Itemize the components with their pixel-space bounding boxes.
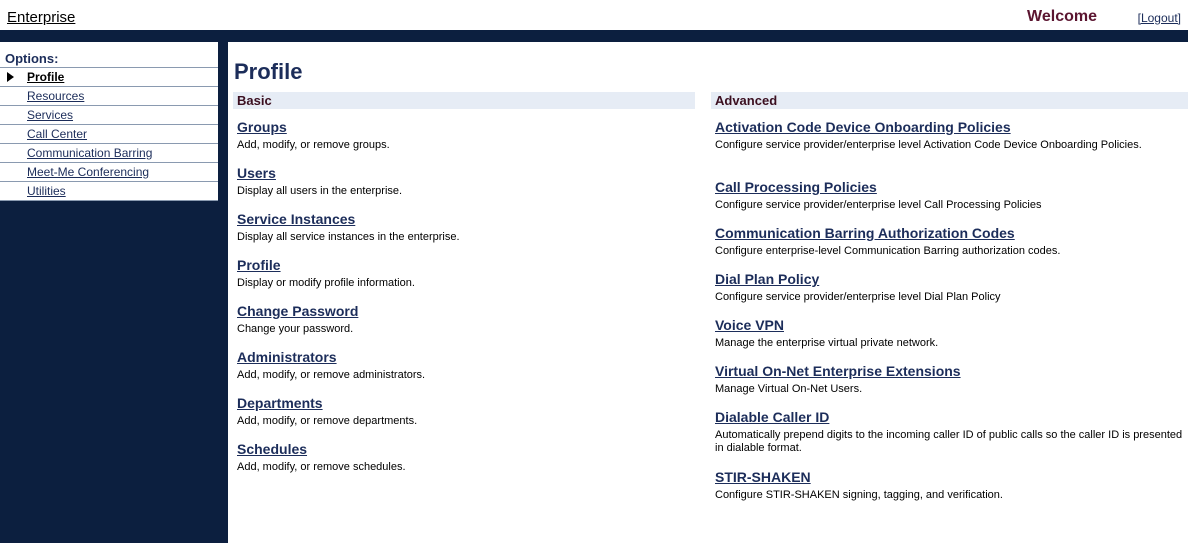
basic-entry-change-password: Change Password Change your password. — [237, 303, 358, 336]
entry-description: Add, modify, or remove groups. — [237, 139, 390, 151]
sidebar-item-label[interactable]: Communication Barring — [27, 144, 152, 162]
sidebar-item-meet-me-conferencing[interactable]: Meet-Me Conferencing — [0, 163, 218, 182]
advanced-entry-stir-shaken: STIR-SHAKEN Configure STIR-SHAKEN signin… — [715, 469, 1003, 502]
advanced-heading: Advanced — [711, 92, 1188, 109]
entry-description: Configure enterprise-level Communication… — [715, 245, 1061, 257]
logout-link[interactable]: [Logout] — [1138, 11, 1181, 25]
nav-band — [0, 30, 1188, 42]
departments-link[interactable]: Departments — [237, 395, 417, 412]
basic-heading: Basic — [233, 92, 695, 109]
basic-column: Basic Groups Add, modify, or remove grou… — [233, 92, 695, 473]
advanced-entry-call-processing: Call Processing Policies Configure servi… — [715, 179, 1041, 212]
sidebar-item-profile[interactable]: Profile — [0, 68, 218, 87]
schedules-link[interactable]: Schedules — [237, 441, 406, 458]
comm-barring-auth-codes-link[interactable]: Communication Barring Authorization Code… — [715, 225, 1060, 242]
current-arrow-icon — [7, 72, 14, 82]
profile-link[interactable]: Profile — [237, 257, 415, 274]
sidebar-item-label[interactable]: Meet-Me Conferencing — [27, 163, 149, 181]
sidebar-item-resources[interactable]: Resources — [0, 87, 218, 106]
sidebar-item-call-center[interactable]: Call Center — [0, 125, 218, 144]
basic-entry-profile: Profile Display or modify profile inform… — [237, 257, 415, 290]
enterprise-link[interactable]: Enterprise — [7, 9, 75, 26]
entry-description: Add, modify, or remove administrators. — [237, 369, 426, 381]
service-instances-link[interactable]: Service Instances — [237, 211, 460, 228]
entry-description: Configure service provider/enterprise le… — [715, 139, 1142, 151]
entry-description: Add, modify, or remove departments. — [237, 415, 418, 427]
entry-description: Manage the enterprise virtual private ne… — [715, 337, 939, 349]
sidebar-item-communication-barring[interactable]: Communication Barring — [0, 144, 218, 163]
sidebar-item-label[interactable]: Call Center — [27, 125, 87, 143]
basic-entry-schedules: Schedules Add, modify, or remove schedul… — [237, 441, 406, 474]
entry-description: Display all service instances in the ent… — [237, 231, 460, 243]
dialable-caller-id-link[interactable]: Dialable Caller ID — [715, 409, 1188, 426]
entry-description: Configure service provider/enterprise le… — [715, 291, 1001, 303]
call-processing-policies-link[interactable]: Call Processing Policies — [715, 179, 1041, 196]
users-link[interactable]: Users — [237, 165, 402, 182]
entry-description: Display all users in the enterprise. — [237, 185, 403, 197]
sidebar-item-label[interactable]: Services — [27, 106, 73, 124]
advanced-entry-dial-plan: Dial Plan Policy Configure service provi… — [715, 271, 1001, 304]
change-password-link[interactable]: Change Password — [237, 303, 358, 320]
advanced-entry-dialable-caller-id: Dialable Caller ID Automatically prepend… — [715, 409, 1188, 455]
administrators-link[interactable]: Administrators — [237, 349, 425, 366]
voice-vpn-link[interactable]: Voice VPN — [715, 317, 938, 334]
advanced-entry-voice-vpn: Voice VPN Manage the enterprise virtual … — [715, 317, 938, 350]
advanced-entry-virtual-on-net: Virtual On-Net Enterprise Extensions Man… — [715, 363, 961, 396]
entry-description: Configure service provider/enterprise le… — [715, 199, 1042, 211]
virtual-on-net-extensions-link[interactable]: Virtual On-Net Enterprise Extensions — [715, 363, 961, 380]
entry-description: Configure STIR-SHAKEN signing, tagging, … — [715, 489, 1003, 501]
basic-entry-service-instances: Service Instances Display all service in… — [237, 211, 460, 244]
welcome-text: Welcome — [1027, 8, 1097, 25]
stir-shaken-link[interactable]: STIR-SHAKEN — [715, 469, 1003, 486]
top-bar: Enterprise Welcome [Logout] — [0, 0, 1188, 30]
sidebar-item-utilities[interactable]: Utilities — [0, 182, 218, 200]
sidebar-item-label[interactable]: Resources — [27, 87, 84, 105]
activation-code-policies-link[interactable]: Activation Code Device Onboarding Polici… — [715, 119, 1142, 136]
main-content: Profile Basic Groups Add, modify, or rem… — [228, 42, 1188, 543]
basic-entry-administrators: Administrators Add, modify, or remove ad… — [237, 349, 425, 382]
entry-description: Display or modify profile information. — [237, 277, 415, 289]
entry-description: Automatically prepend digits to the inco… — [715, 429, 1183, 454]
advanced-entry-comm-barring-codes: Communication Barring Authorization Code… — [715, 225, 1060, 258]
entry-description: Change your password. — [237, 323, 354, 335]
basic-entry-departments: Departments Add, modify, or remove depar… — [237, 395, 417, 428]
groups-link[interactable]: Groups — [237, 119, 390, 136]
dial-plan-policy-link[interactable]: Dial Plan Policy — [715, 271, 1001, 288]
advanced-column: Advanced Activation Code Device Onboardi… — [711, 92, 1188, 501]
sidebar-item-label[interactable]: Utilities — [27, 182, 66, 200]
basic-entry-users: Users Display all users in the enterpris… — [237, 165, 402, 198]
entry-description: Add, modify, or remove schedules. — [237, 461, 406, 473]
advanced-entry-activation-code: Activation Code Device Onboarding Polici… — [715, 119, 1142, 152]
sidebar: Options: Profile Resources Services Call… — [0, 42, 228, 543]
basic-entry-groups: Groups Add, modify, or remove groups. — [237, 119, 390, 152]
sidebar-item-label[interactable]: Profile — [27, 68, 64, 86]
sidebar-item-services[interactable]: Services — [0, 106, 218, 125]
entry-description: Manage Virtual On-Net Users. — [715, 383, 863, 395]
options-panel: Options: Profile Resources Services Call… — [0, 42, 218, 201]
options-title: Options: — [0, 42, 218, 68]
page-title: Profile — [234, 59, 303, 84]
